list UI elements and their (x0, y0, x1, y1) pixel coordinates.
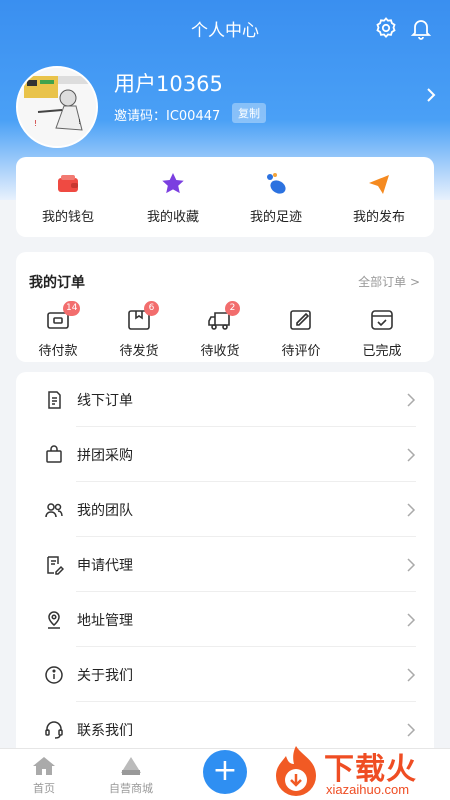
footprint-item[interactable]: 我的足迹 (231, 171, 321, 225)
chevron-right-icon (407, 668, 416, 682)
completed-box-icon (371, 310, 393, 330)
menu-label: 申请代理 (77, 558, 133, 574)
wallet-label: 我的钱包 (41, 210, 94, 225)
edit-icon (290, 310, 311, 330)
chevron-right-icon (407, 558, 416, 572)
menu-label: 地址管理 (77, 613, 133, 629)
notification-bell-icon[interactable] (409, 16, 433, 40)
menu-item-address[interactable]: 地址管理 (16, 592, 434, 647)
edit-document-icon (47, 556, 64, 575)
svg-text:!: ! (34, 119, 37, 128)
document-icon (48, 391, 61, 409)
menu-item-about[interactable]: 关于我们 (16, 647, 434, 702)
menu-card: 线下订单 拼团采购 我的团队 申请代理 地址管理 关于我们 联系我们 (16, 372, 434, 762)
menu-label: 我的团队 (77, 503, 133, 519)
order-pending-payment[interactable]: 14 待付款 (18, 301, 98, 359)
tab-home[interactable]: 首页 (9, 755, 79, 796)
order-completed[interactable]: 已完成 (342, 308, 422, 359)
add-button[interactable]: + (203, 750, 247, 794)
settings-gear-icon[interactable] (374, 16, 398, 40)
quick-access-card: 我的钱包 我的收藏 我的足迹 我的发布 (16, 157, 434, 237)
team-icon (45, 503, 63, 518)
pending-shipment-badge: 6 (144, 301, 159, 316)
footprint-label: 我的足迹 (249, 210, 302, 225)
chevron-right-icon (407, 448, 416, 462)
order-pending-review[interactable]: 待评价 (261, 308, 341, 359)
menu-item-my-team[interactable]: 我的团队 (16, 482, 434, 537)
all-orders-link[interactable]: 全部订单 > (358, 273, 420, 290)
pending-shipment-label: 待发货 (119, 344, 159, 359)
menu-label: 拼团采购 (77, 448, 133, 464)
avatar[interactable]: ! ! (16, 66, 98, 148)
favorites-item[interactable]: 我的收藏 (128, 171, 218, 225)
chevron-right-icon[interactable] (424, 86, 438, 104)
watermark: 下载火 xiazaihuo.com (266, 742, 450, 800)
orders-title: 我的订单 (29, 275, 85, 291)
watermark-domain: xiazaihuo.com (326, 782, 410, 797)
username: 用户10365 (114, 72, 223, 96)
menu-label: 线下订单 (77, 393, 133, 409)
tab-mall-label: 自营商城 (109, 782, 153, 795)
paper-plane-icon (369, 175, 389, 194)
info-icon (45, 666, 63, 684)
svg-text:!: ! (78, 118, 81, 126)
menu-item-group-purchase[interactable]: 拼团采购 (16, 427, 434, 482)
pending-payment-badge: 14 (63, 301, 81, 316)
flame-logo-icon (276, 746, 316, 796)
menu-item-apply-agent[interactable]: 申请代理 (16, 537, 434, 592)
location-icon (48, 611, 60, 629)
bag-icon (46, 445, 62, 463)
publish-label: 我的发布 (352, 210, 405, 225)
tab-home-label: 首页 (33, 782, 55, 795)
publish-item[interactable]: 我的发布 (334, 171, 424, 225)
menu-item-offline-orders[interactable]: 线下订单 (16, 372, 434, 427)
tab-mall[interactable]: 自营商城 (96, 755, 166, 796)
headset-icon (45, 721, 63, 739)
copy-invite-button[interactable]: 复制 (232, 103, 266, 123)
order-pending-shipment[interactable]: 6 待发货 (99, 301, 179, 359)
pending-review-label: 待评价 (281, 344, 321, 359)
order-pending-receipt[interactable]: 2 待收货 (180, 301, 260, 359)
menu-label: 关于我们 (77, 668, 133, 684)
star-icon (162, 173, 184, 194)
chevron-right-icon (407, 393, 416, 407)
chevron-right-icon (407, 503, 416, 517)
pending-receipt-label: 待收货 (200, 344, 240, 359)
wallet-icon (58, 175, 78, 192)
favorites-label: 我的收藏 (146, 210, 199, 225)
chevron-right-icon (407, 613, 416, 627)
wallet-item[interactable]: 我的钱包 (23, 171, 113, 225)
pending-receipt-badge: 2 (225, 301, 240, 316)
footprint-icon (267, 173, 286, 194)
orders-card: 我的订单 全部订单 > 14 待付款 6 待发货 2 待收货 待评价 已完成 (16, 252, 434, 362)
pending-payment-label: 待付款 (38, 344, 78, 359)
menu-label: 联系我们 (77, 723, 133, 739)
completed-label: 已完成 (362, 344, 402, 359)
home-icon (33, 757, 55, 775)
invite-code: 邀请码：IC00447 (114, 109, 221, 124)
mall-icon (121, 757, 141, 775)
chevron-right-icon (407, 723, 416, 737)
